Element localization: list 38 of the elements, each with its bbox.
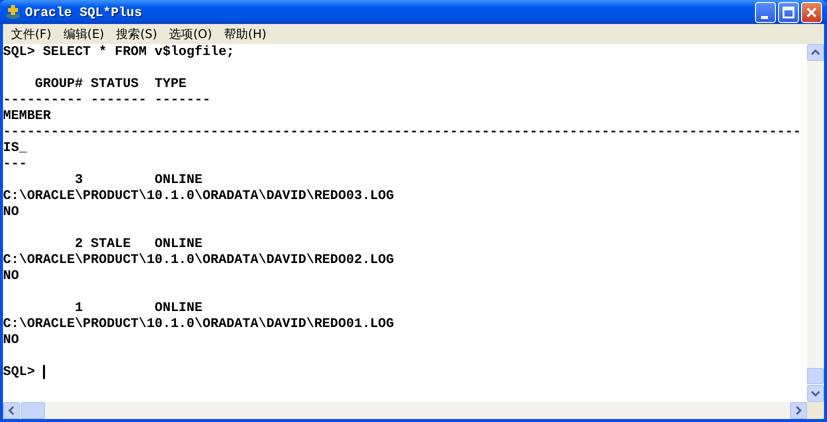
- console-line: NO: [3, 268, 20, 284]
- menu-item[interactable]: 帮助(H): [218, 26, 272, 42]
- menu-item[interactable]: 文件(F): [5, 26, 58, 42]
- console-line: NO: [3, 204, 20, 220]
- scroll-right-button[interactable]: [790, 402, 807, 419]
- maximize-button[interactable]: [778, 2, 799, 22]
- scroll-left-button[interactable]: [3, 402, 20, 419]
- scroll-down-button[interactable]: [807, 385, 824, 402]
- app-icon: [5, 4, 21, 20]
- horizontal-scrollbar[interactable]: [3, 402, 807, 419]
- scroll-thumb[interactable]: [807, 368, 824, 384]
- console-line: C:\ORACLE\PRODUCT\10.1.0\ORADATA\DAVID\REDO02.LOG: [3, 252, 395, 268]
- console-line: IS_: [3, 140, 28, 156]
- scroll-up-button[interactable]: [807, 44, 824, 61]
- console-line: ---------- ------- -------: [3, 92, 212, 108]
- window-title: Oracle SQL*Plus: [25, 4, 142, 20]
- resize-grip[interactable]: [807, 402, 824, 419]
- menu-item[interactable]: 编辑(E): [57, 26, 110, 42]
- minimize-button[interactable]: [755, 2, 776, 22]
- console-line: 1 ONLINE: [74, 300, 204, 316]
- menu-item[interactable]: 选项(O): [163, 26, 218, 42]
- text-cursor: [42, 365, 45, 379]
- console-line: MEMBER: [3, 108, 52, 124]
- console-line: GROUP# STATUS TYPE: [34, 76, 188, 92]
- menu-item[interactable]: 搜索(S): [110, 26, 164, 42]
- console-prompt: SQL>: [3, 364, 35, 380]
- minimize-icon: [761, 16, 768, 18]
- console-line: ---: [3, 156, 28, 172]
- console-line: ----------------------------------------------------------------------------------------------------: [3, 124, 802, 140]
- scroll-thumb[interactable]: [21, 402, 45, 419]
- console-line: 2 STALE ONLINE: [74, 236, 204, 252]
- vertical-scrollbar[interactable]: [807, 44, 824, 402]
- console-line: C:\ORACLE\PRODUCT\10.1.0\ORADATA\DAVID\REDO01.LOG: [3, 316, 395, 332]
- console-line: NO: [3, 332, 20, 348]
- console-line: SQL> SELECT * FROM v$logfile;: [3, 44, 236, 60]
- console-line: C:\ORACLE\PRODUCT\10.1.0\ORADATA\DAVID\REDO03.LOG: [3, 188, 395, 204]
- console-line: 3 ONLINE: [74, 172, 204, 188]
- close-button[interactable]: [801, 2, 822, 22]
